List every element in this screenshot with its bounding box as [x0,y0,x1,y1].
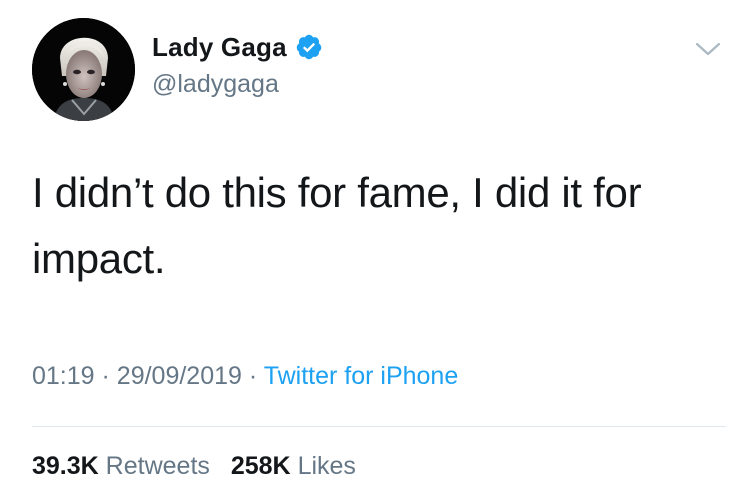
tweet-source-link[interactable]: Twitter for iPhone [264,362,459,390]
author-handle[interactable]: @ladygaga [152,70,279,99]
meta-separator: · [101,362,110,390]
retweets-count: 39.3K [32,452,99,480]
divider [32,426,726,427]
tweet-date[interactable]: 29/09/2019 [117,362,242,390]
tweet-stats: 39.3K Retweets 258K Likes [32,452,356,481]
retweets-stat[interactable]: 39.3K Retweets [32,452,217,480]
tweet-time[interactable]: 01:19 [32,362,95,390]
author-display-name[interactable]: Lady Gaga [152,32,287,63]
chevron-down-icon[interactable] [694,38,722,60]
tweet-meta: 01:19 · 29/09/2019 · Twitter for iPhone [32,362,458,391]
retweets-label: Retweets [105,452,210,480]
likes-stat[interactable]: 258K Likes [231,452,356,480]
meta-separator: · [248,362,258,390]
likes-label: Likes [297,452,356,480]
tweet-card: Lady Gaga @ladygaga I didn’t do this for… [0,0,750,493]
tweet-text: I didn’t do this for fame, I did it for … [32,169,642,282]
verified-badge-icon [295,33,323,61]
avatar-image [32,18,135,121]
author-row[interactable]: Lady Gaga [152,30,323,64]
likes-count: 258K [230,452,291,480]
avatar[interactable] [32,18,135,121]
